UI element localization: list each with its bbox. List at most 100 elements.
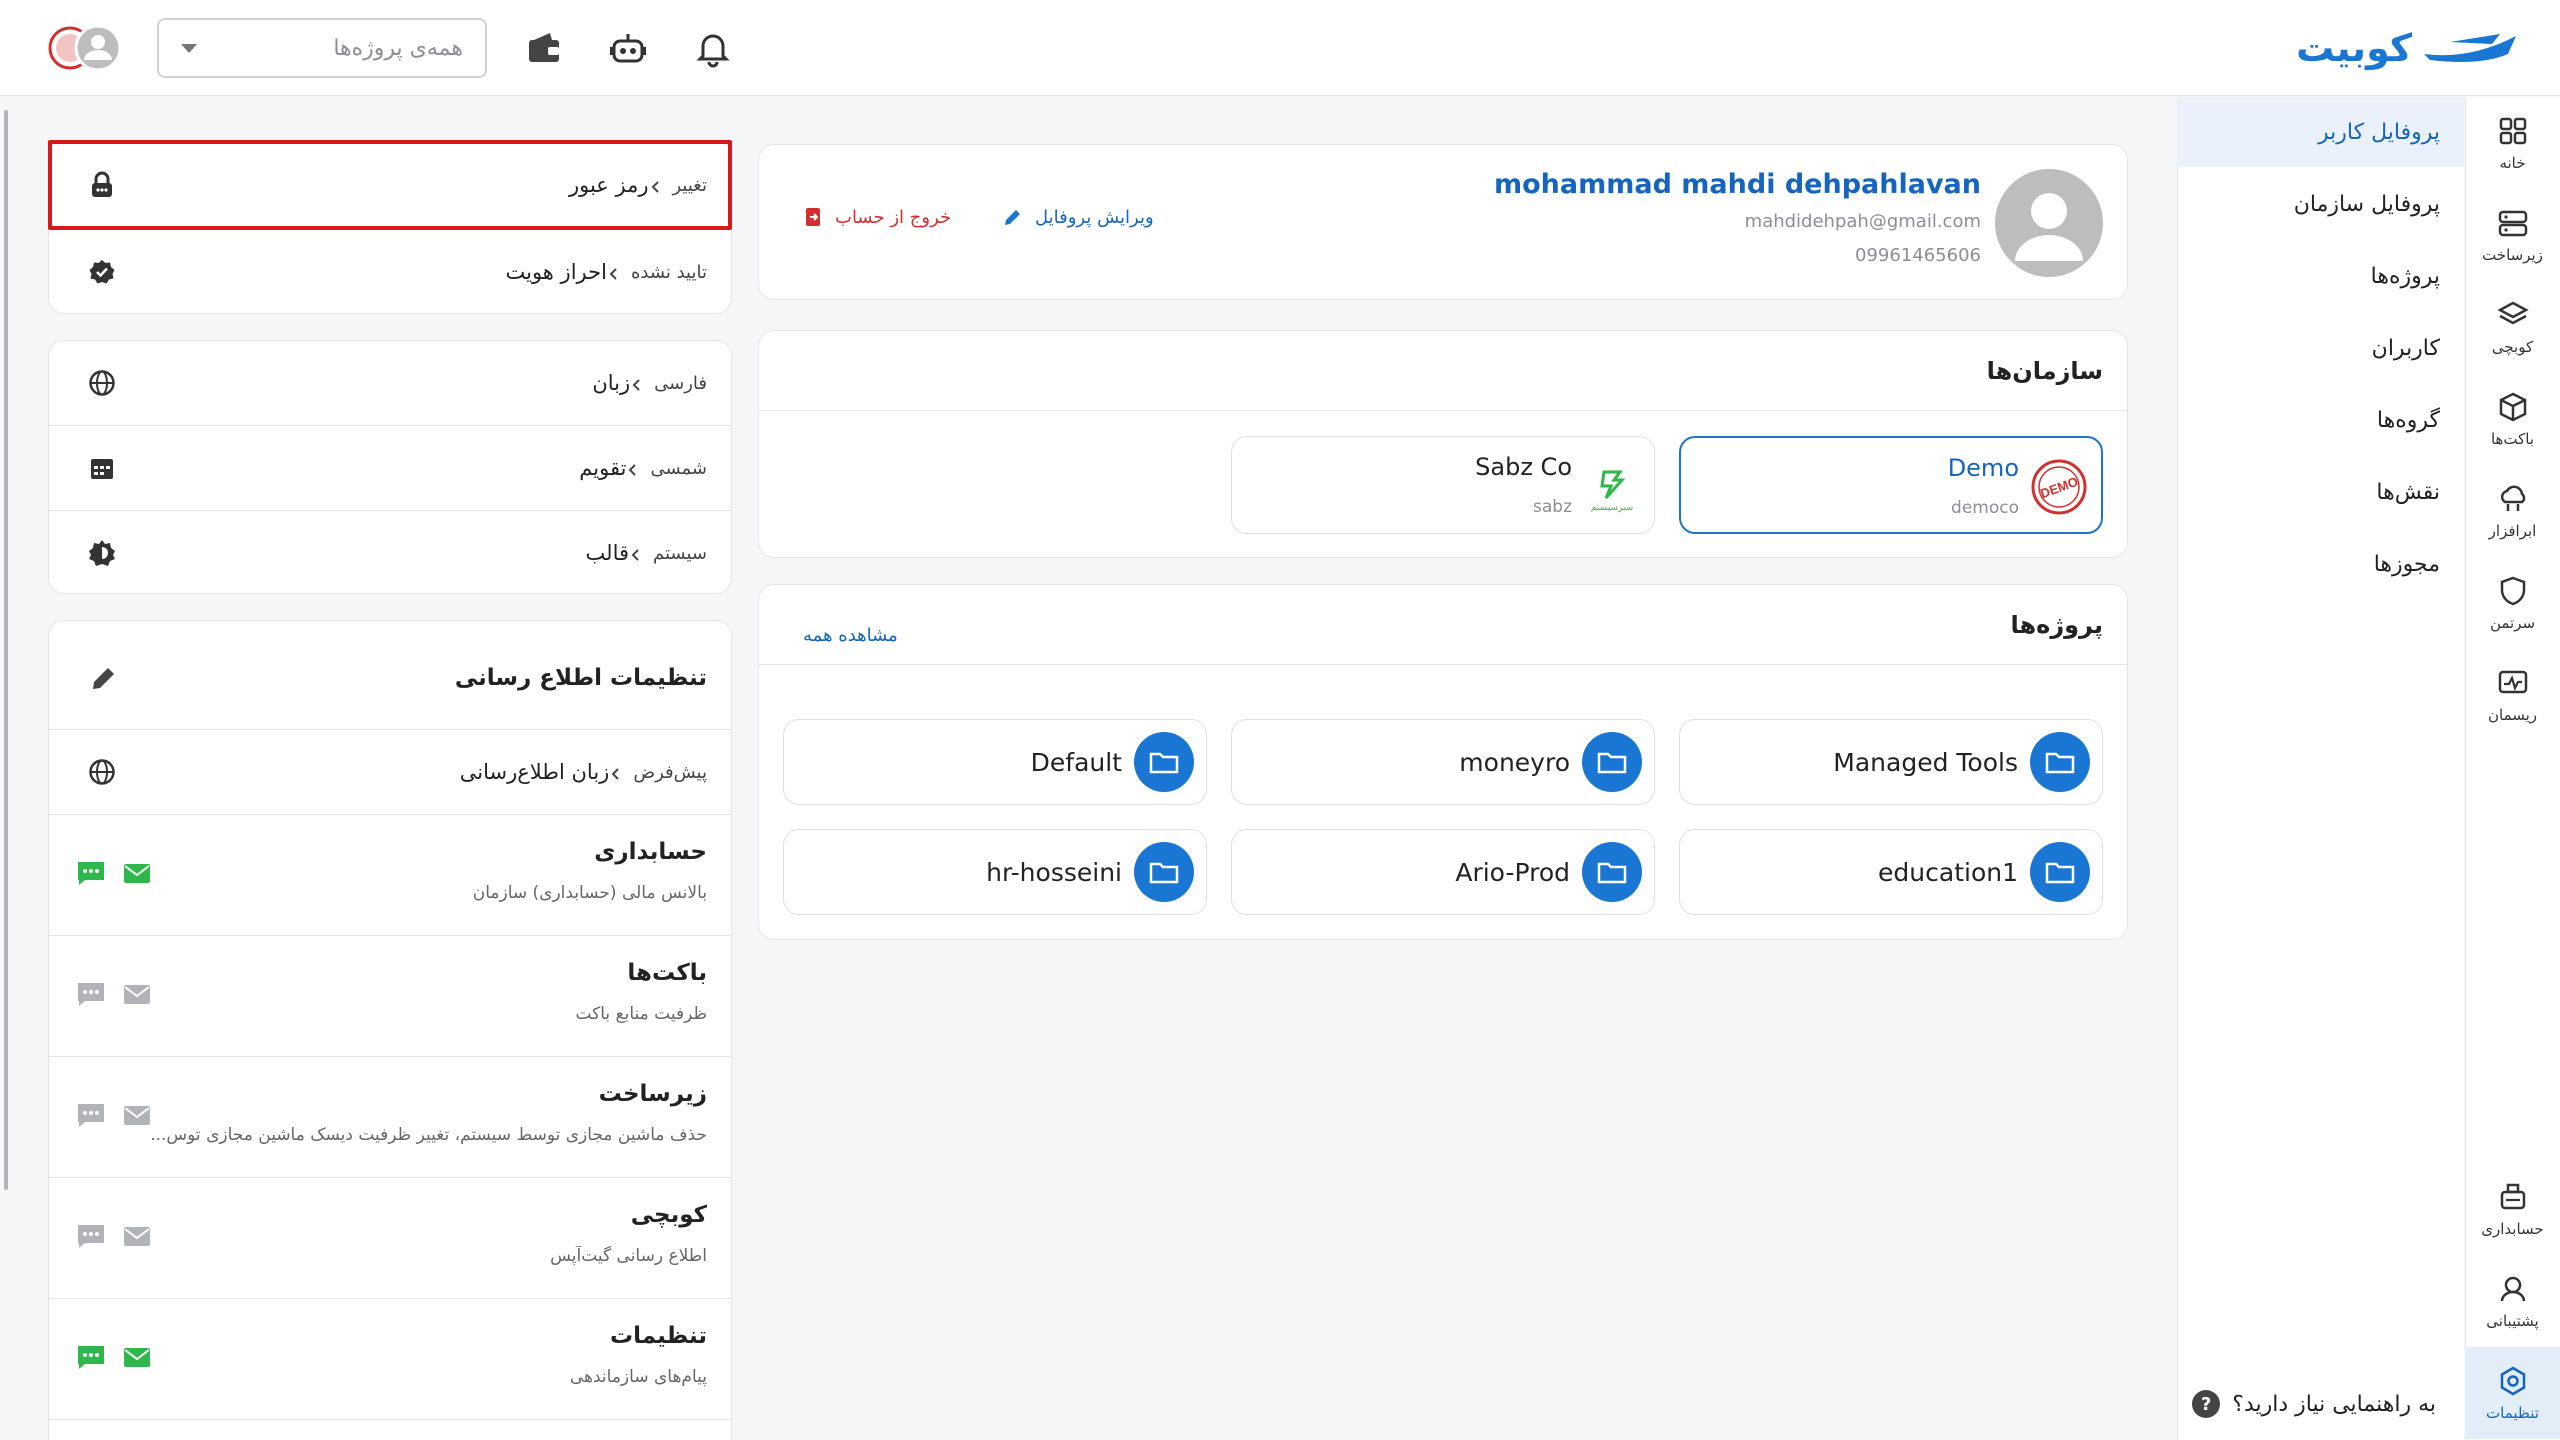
project-select-placeholder: همه‌ی پروژه‌ها [333, 35, 463, 61]
folder-icon [1147, 855, 1181, 889]
folder-badge [1582, 842, 1642, 902]
help-link[interactable]: ? به راهنمایی نیاز دارید؟ [2192, 1390, 2436, 1418]
notification-language-row[interactable]: زبان اطلاع‌رسانی پیش‌فرض [49, 730, 731, 814]
identity-status-text: تایید نشده [630, 261, 707, 283]
email-icon[interactable] [121, 1099, 153, 1131]
folder-icon [1595, 745, 1629, 779]
shield-icon [2496, 574, 2530, 608]
email-icon[interactable] [121, 857, 153, 889]
logout-button[interactable]: خروج از حساب [801, 205, 951, 229]
brand-logo[interactable]: کوبیت [2296, 24, 2520, 72]
theme-row[interactable]: قالب سیستم [49, 511, 731, 593]
project-card[interactable]: moneyro [1231, 719, 1655, 805]
server-icon [2496, 206, 2530, 240]
sidebar-item-label: ریسمان [2487, 706, 2538, 724]
sms-icon[interactable] [75, 1099, 107, 1131]
chevron-down-icon [181, 43, 197, 53]
question-icon: ? [2192, 1390, 2221, 1418]
logout-label: خروج از حساب [835, 206, 952, 228]
notification-desc: حذف ماشین مجازی توسط سیستم، تغییر ظرفیت … [150, 1125, 707, 1145]
project-card[interactable]: Managed Tools [1679, 719, 2103, 805]
email-icon[interactable] [121, 1341, 153, 1373]
page-scrollbar[interactable] [4, 110, 8, 1190]
calendar-icon [87, 453, 117, 483]
projects-card: پروژه‌ها مشاهده همه Managed Tools moneyr… [758, 584, 2128, 940]
sidebar-item-buckets[interactable]: باکت‌ها [2465, 373, 2560, 465]
calendar-row[interactable]: تقویم شمسی [49, 426, 731, 510]
sidebar-item-risman[interactable]: ریسمان [2465, 649, 2560, 741]
lock-icon [87, 170, 117, 200]
subnav-projects[interactable]: پروژه‌ها [2177, 241, 2464, 311]
identity-status[interactable]: تایید نشده [607, 262, 707, 283]
identity-row[interactable]: احراز هویت تایید نشده [49, 230, 731, 313]
accounting-icon [2496, 1180, 2530, 1214]
sidebar-item-label: حسابداری [2481, 1220, 2544, 1238]
edit-profile-button[interactable]: ویرایش پروفایل [1001, 205, 1154, 229]
monitor-icon [2496, 666, 2530, 700]
chevron-left-icon [629, 546, 643, 561]
project-name: Managed Tools [1833, 747, 2018, 777]
folder-badge [1134, 842, 1194, 902]
notification-language-value[interactable]: پیش‌فرض [609, 762, 707, 783]
email-icon[interactable] [121, 978, 153, 1010]
language-value[interactable]: فارسی [630, 373, 707, 394]
language-row[interactable]: زبان فارسی [49, 341, 731, 425]
notifications-title: تنظیمات اطلاع رسانی [454, 665, 707, 691]
svg-text:سبزسیستم: سبزسیستم [1591, 503, 1633, 513]
chevron-left-icon [630, 376, 644, 391]
password-label: رمز عبور [568, 173, 649, 197]
theme-value[interactable]: سیستم [629, 543, 707, 564]
org-card-sabz[interactable]: سبزسیستم Sabz Co sabz [1231, 436, 1655, 534]
language-label: زبان [592, 371, 631, 395]
password-change-link[interactable]: تغییر [649, 175, 707, 196]
project-card[interactable]: education1 [1679, 829, 2103, 915]
sidebar-item-support[interactable]: پشتیبانی [2465, 1255, 2560, 1347]
folder-icon [2043, 855, 2077, 889]
profile-avatar[interactable] [1995, 169, 2103, 277]
project-card[interactable]: Ario-Prod [1231, 829, 1655, 915]
project-card[interactable]: Default [783, 719, 1207, 805]
notification-item: کوبچی اطلاع رسانی گیت‌آپس [49, 1178, 731, 1298]
subnav-org-profile[interactable]: پروفایل سازمان [2177, 169, 2464, 239]
sms-icon[interactable] [75, 1220, 107, 1252]
subnav-permissions[interactable]: مجوزها [2177, 529, 2464, 599]
see-all-link[interactable]: مشاهده همه [803, 625, 898, 646]
sidebar-item-sartman[interactable]: سرتمن [2465, 557, 2560, 649]
theme-icon [87, 538, 117, 568]
sidebar-item-home[interactable]: خانه [2465, 97, 2560, 189]
subnav-roles[interactable]: نقش‌ها [2177, 457, 2464, 527]
password-row[interactable]: رمز عبور تغییر [49, 143, 731, 227]
settings-subnav: پروفایل کاربر پروفایل سازمان پروژه‌ها کا… [2177, 97, 2464, 1440]
folder-badge [2030, 732, 2090, 792]
project-select[interactable]: همه‌ی پروژه‌ها [157, 18, 487, 78]
robot-icon[interactable] [608, 28, 648, 68]
top-bar: کوبیت همه‌ی پروژه‌ها [0, 0, 2560, 96]
globe-icon [87, 757, 117, 787]
pencil-icon[interactable] [87, 661, 121, 695]
org-card-demo[interactable]: DEMO Demo democo [1679, 436, 2103, 534]
sms-icon[interactable] [75, 857, 107, 889]
org-slug: democo [1951, 498, 2019, 518]
settings-icon [2496, 1364, 2530, 1398]
notification-item: باکت‌ها ظرفیت منابع باکت [49, 936, 731, 1056]
sidebar-item-label: باکت‌ها [2490, 430, 2535, 448]
calendar-value[interactable]: شمسی [626, 458, 707, 479]
sms-icon[interactable] [75, 978, 107, 1010]
sms-icon[interactable] [75, 1341, 107, 1373]
subnav-users[interactable]: کاربران [2177, 313, 2464, 383]
email-icon[interactable] [121, 1220, 153, 1252]
subnav-user-profile[interactable]: پروفایل کاربر [2177, 97, 2464, 167]
sidebar-item-settings[interactable]: تنظیمات [2465, 1347, 2560, 1439]
sidebar-item-cloud-app[interactable]: ابرافزار [2465, 465, 2560, 557]
sidebar-item-accounting[interactable]: حسابداری [2465, 1163, 2560, 1255]
globe-icon [87, 368, 117, 398]
wallet-icon[interactable] [524, 28, 564, 68]
subnav-groups[interactable]: گروه‌ها [2177, 385, 2464, 455]
project-card[interactable]: hr-hosseini [783, 829, 1207, 915]
identity-label: احراز هویت [505, 260, 607, 284]
bell-icon[interactable] [693, 28, 733, 68]
account-avatar[interactable] [48, 22, 124, 74]
sidebar-item-infrastructure[interactable]: زیرساخت [2465, 189, 2560, 281]
sidebar-item-kubchi[interactable]: کوبچی [2465, 281, 2560, 373]
organizations-title: سازمان‌ها [759, 331, 2127, 411]
